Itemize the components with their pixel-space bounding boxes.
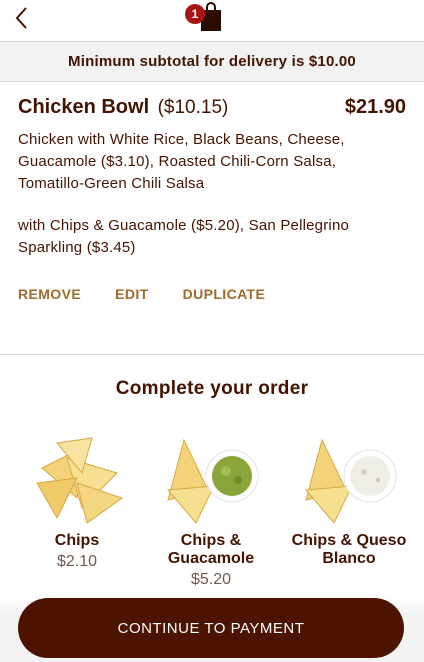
upsell-name: Chips & Guacamole: [167, 532, 255, 567]
complete-order-title: Complete your order: [115, 378, 309, 399]
remove-button[interactable]: REMOVE: [18, 286, 81, 302]
upsell-price: $5.20: [190, 571, 232, 588]
continue-to-payment-button[interactable]: CONTINUE TO PAYMENT: [18, 598, 404, 658]
cart-count-badge: 1: [185, 4, 205, 24]
upsell-item-chips-guacamole[interactable]: Chips & Guacamole $5.20: [146, 428, 276, 589]
upsell-name: Chips: [54, 532, 100, 549]
item-total-price: $21.90: [344, 96, 406, 118]
delivery-minimum-notice: Minimum subtotal for delivery is $10.00: [0, 42, 424, 82]
item-extras: with Chips & Guacamole ($5.20), San Pell…: [18, 217, 350, 256]
chips-icon: [36, 437, 124, 524]
back-icon[interactable]: [8, 4, 36, 32]
cart-item-title: Chicken Bowl ($10.15): [18, 96, 228, 119]
cart-item-actions: REMOVE EDIT DUPLICATE: [18, 286, 299, 302]
chips-queso-icon: [304, 438, 397, 524]
item-name: Chicken Bowl: [18, 96, 150, 118]
divider: [0, 354, 424, 355]
duplicate-button[interactable]: DUPLICATE: [183, 286, 266, 302]
edit-button[interactable]: EDIT: [115, 286, 149, 302]
item-base-price: ($10.15): [157, 97, 229, 118]
upsell-item-chips-queso-blanco[interactable]: Chips & Queso Blanco: [284, 428, 414, 571]
top-bar: 1: [0, 0, 424, 42]
chips-guacamole-icon: [166, 438, 259, 524]
upsell-item-chips[interactable]: Chips $2.10: [12, 428, 142, 571]
upsell-name: Chips & Queso Blanco: [291, 532, 407, 567]
upsell-price: $2.10: [56, 553, 98, 570]
cart-item-header: Chicken Bowl ($10.15) $21.90: [18, 96, 406, 119]
cart-item: Chicken Bowl ($10.15) $21.90 Chicken wit…: [18, 96, 406, 259]
item-description: Chicken with White Rice, Black Beans, Ch…: [18, 131, 345, 192]
upsell-list: Chips $2.10 Chips & Guacamole $5.20 Chip…: [0, 428, 424, 598]
